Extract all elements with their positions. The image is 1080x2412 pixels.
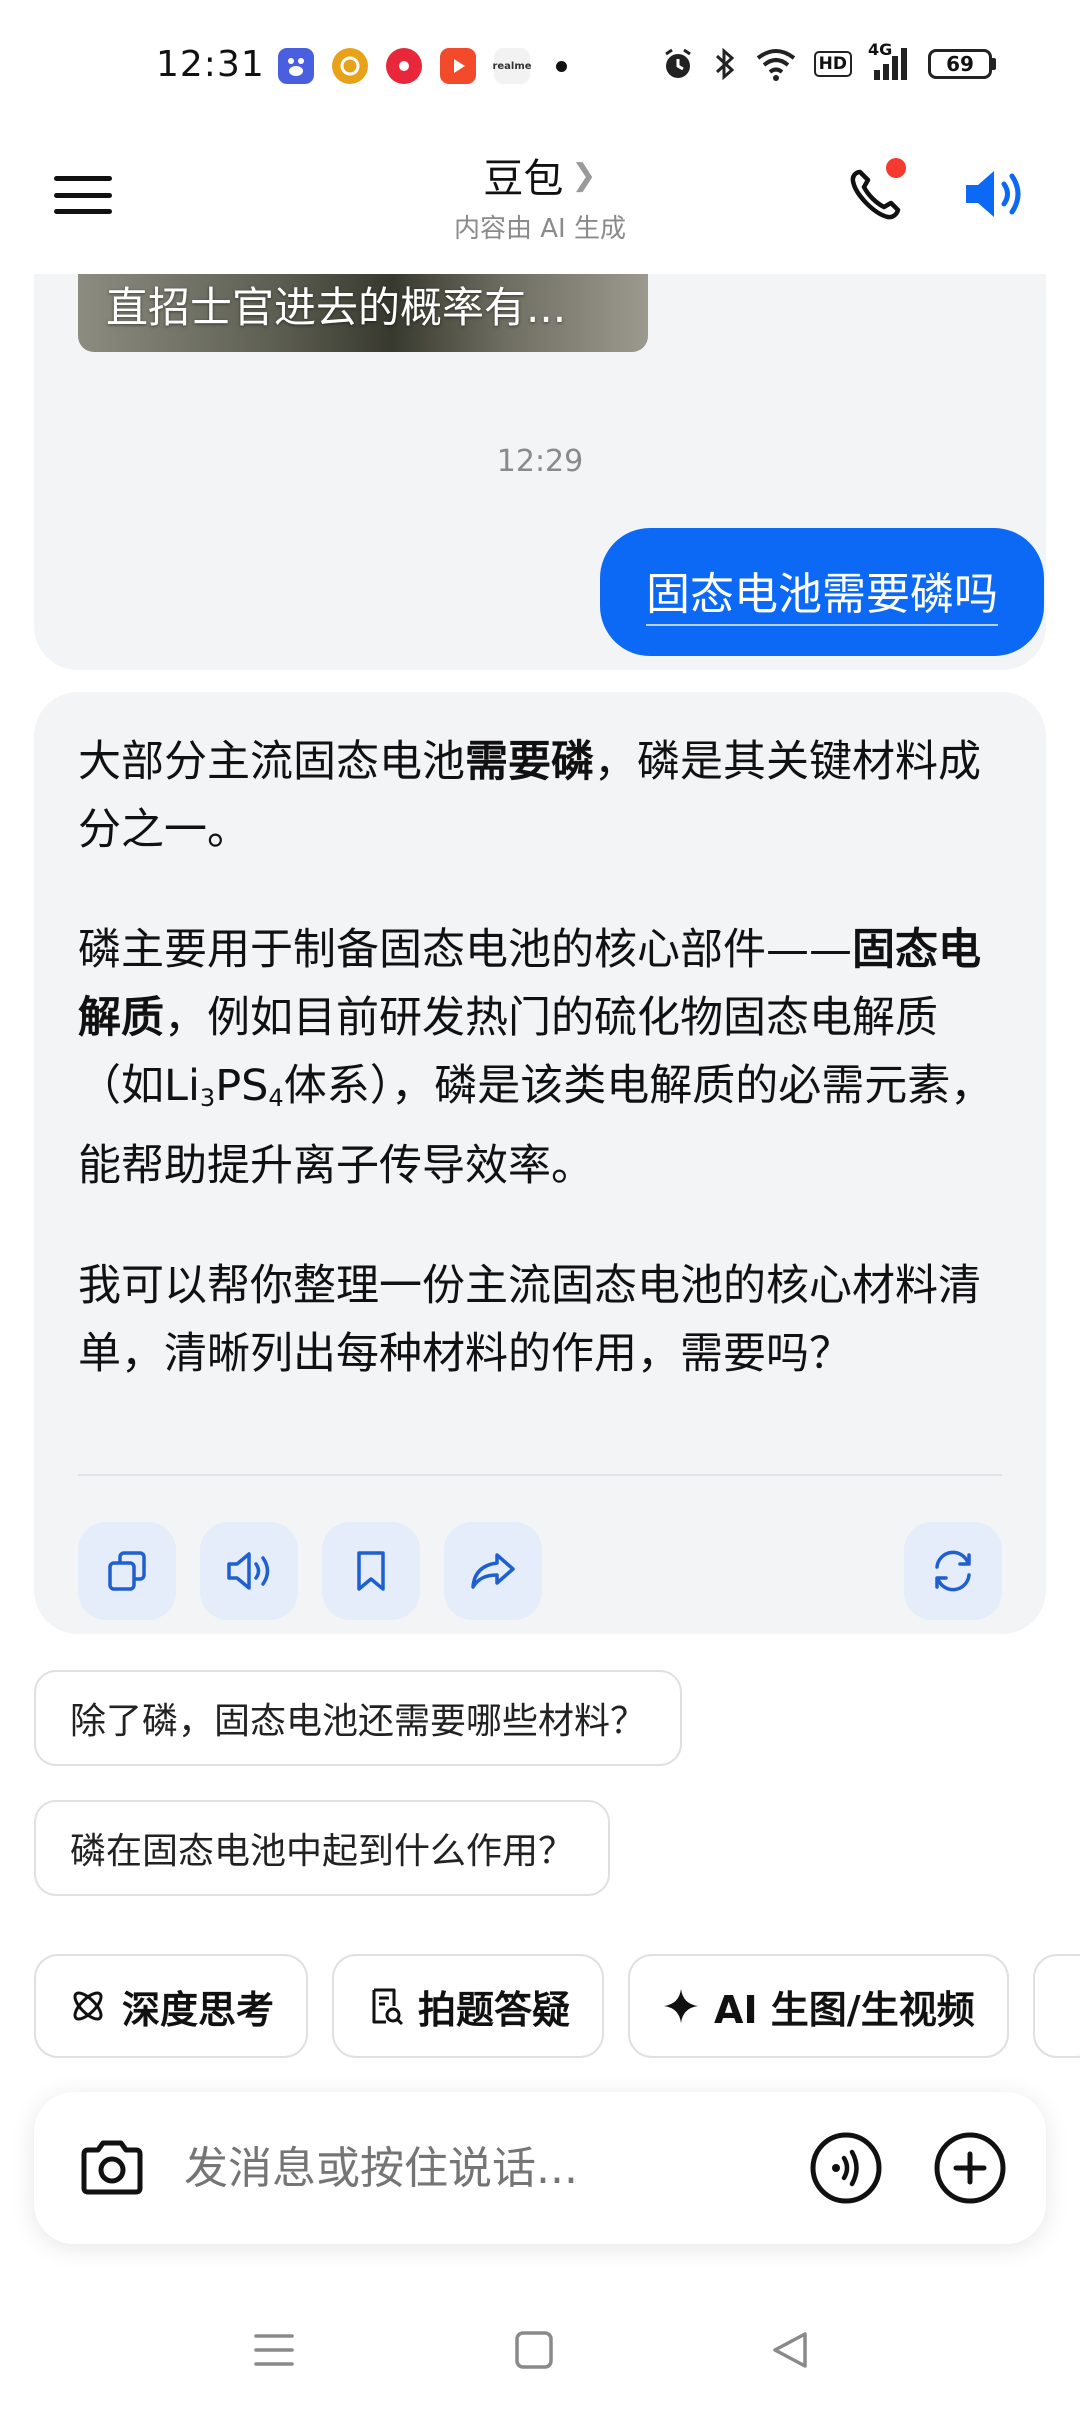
bluetooth-icon xyxy=(715,47,734,81)
shop-app-icon xyxy=(332,48,368,84)
play-app-icon xyxy=(440,48,476,84)
chat-header: 豆包 ❯ 内容由 AI 生成 xyxy=(0,130,1080,274)
ai-image-video-chip[interactable]: AI 生图/生视频 xyxy=(628,1954,1009,2058)
message-input[interactable] xyxy=(184,2138,634,2198)
voice-input-icon[interactable] xyxy=(808,2130,884,2206)
baidu-app-icon xyxy=(278,48,314,84)
bookmark-button[interactable] xyxy=(322,1522,420,1620)
time-separator: 12:29 xyxy=(496,444,584,479)
app-screen: 12:31 realme HD 4G 69 豆包 ❯ 内容由 AI 生成 直招士… xyxy=(0,0,1080,2412)
hd-badge: HD xyxy=(813,51,852,77)
system-nav-bar xyxy=(0,2290,1080,2412)
wifi-icon xyxy=(756,49,795,81)
realme-app-icon: realme xyxy=(492,48,532,84)
user-message-text: 固态电池需要磷吗 xyxy=(646,558,998,626)
copy-button[interactable] xyxy=(78,1522,176,1620)
previous-image-caption: 直招士官进去的概率有... xyxy=(106,283,567,332)
camera-icon[interactable] xyxy=(76,2132,148,2204)
battery-indicator: 69 xyxy=(928,49,996,79)
ai-paragraph-3: 我可以帮你整理一份主流固态电池的核心材料清单，清晰列出每种材料的作用，需要吗？ xyxy=(78,1261,981,1379)
bookmark-icon xyxy=(357,1551,385,1591)
battery-level: 69 xyxy=(928,49,992,79)
back-triangle-icon xyxy=(773,2332,807,2368)
more-tools-chip[interactable] xyxy=(1032,1954,1080,2058)
chat-scroll-area[interactable]: 直招士官进去的概率有... 12:29 固态电池需要磷吗 大部分主流固态电池需要… xyxy=(0,274,1080,1934)
status-bar: 12:31 realme HD 4G 69 xyxy=(0,0,1080,130)
ai-text: 磷主要用于制备固态电池的核心部件—— xyxy=(78,925,852,975)
photo-question-chip[interactable]: 拍题答疑 xyxy=(332,1954,605,2058)
recent-apps-button[interactable] xyxy=(244,2320,304,2380)
system-icons: HD 4G 69 xyxy=(660,40,996,82)
document-search-icon xyxy=(372,1988,404,2026)
regenerate-icon xyxy=(935,1550,971,1592)
network-type-label: 4G xyxy=(868,40,893,59)
home-square-icon xyxy=(515,2331,553,2369)
read-aloud-icon xyxy=(227,1552,270,1590)
atom-icon xyxy=(73,1991,103,2021)
previous-image-thumbnail[interactable]: 直招士官进去的概率有... xyxy=(78,274,648,352)
subscript: 3 xyxy=(199,1084,216,1112)
speaker-icon[interactable] xyxy=(962,164,1028,224)
read-aloud-button[interactable] xyxy=(200,1522,298,1620)
deep-thinking-chip[interactable]: 深度思考 xyxy=(34,1954,309,2058)
ai-paragraph-2: 磷主要用于制备固态电池的核心部件——固态电解质，例如目前研发热门的硫化物固态电解… xyxy=(78,916,1002,1200)
ai-response-card: 大部分主流固态电池需要磷，磷是其关键材料成分之一。 磷主要用于制备固态电池的核心… xyxy=(34,692,1046,1634)
ai-disclaimer: 内容由 AI 生成 xyxy=(454,214,626,244)
battery-cap xyxy=(992,58,996,70)
video-app-icon xyxy=(386,48,422,84)
ai-text: PS xyxy=(215,1061,269,1111)
subscript: 4 xyxy=(268,1084,284,1112)
ai-paragraph-1: 大部分主流固态电池需要磷，磷是其关键材料成分之一。 xyxy=(78,728,1002,864)
chip-label: AI 生图/生视频 xyxy=(714,1987,975,2032)
signal-icon: 4G xyxy=(868,40,912,82)
chip-label: 拍题答疑 xyxy=(418,1987,571,2032)
chevron-right-icon: ❯ xyxy=(571,157,597,193)
divider xyxy=(78,1474,1002,1476)
ai-text: 大部分主流固态电池 xyxy=(78,737,465,787)
regenerate-button[interactable] xyxy=(904,1522,1002,1620)
share-icon xyxy=(471,1553,515,1589)
back-button[interactable] xyxy=(760,2320,820,2380)
suggested-question[interactable]: 磷在固态电池中起到什么作用？ xyxy=(34,1800,611,1896)
chip-label: 深度思考 xyxy=(122,1987,275,2032)
user-message-bubble[interactable]: 固态电池需要磷吗 xyxy=(600,528,1044,656)
message-input-bar xyxy=(34,2092,1046,2244)
home-button[interactable] xyxy=(504,2320,564,2380)
notification-icons: realme xyxy=(278,48,567,84)
sparkle-icon xyxy=(664,1989,699,2023)
menu-lines-icon xyxy=(254,2334,294,2366)
ai-bold-text: 需要磷 xyxy=(465,737,594,787)
bot-name: 豆包 xyxy=(483,156,564,202)
ai-action-bar xyxy=(78,1522,1002,1620)
tool-chips-row: 深度思考 拍题答疑 AI 生图/生视频 xyxy=(34,1954,1080,2058)
bot-title-block[interactable]: 豆包 ❯ 内容由 AI 生成 xyxy=(0,146,1080,245)
plus-icon[interactable] xyxy=(932,2130,1008,2206)
share-button[interactable] xyxy=(444,1522,542,1620)
alarm-icon xyxy=(664,48,691,78)
copy-icon xyxy=(108,1551,146,1591)
call-notification-dot xyxy=(886,158,906,178)
status-time: 12:31 xyxy=(156,44,265,85)
more-notifications-dot xyxy=(556,60,567,72)
suggested-question[interactable]: 除了磷，固态电池还需要哪些材料？ xyxy=(34,1670,683,1766)
